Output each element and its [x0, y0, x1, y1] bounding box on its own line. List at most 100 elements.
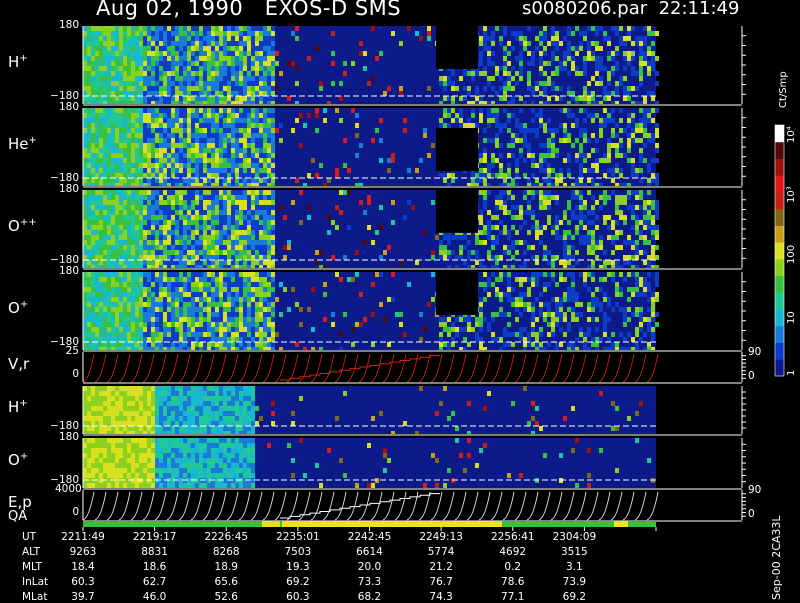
- y-tick-bottom: 0: [41, 368, 79, 380]
- qa-bar-yellow-2: [282, 521, 502, 527]
- ephemeris-label: InLat: [22, 576, 48, 588]
- colorbar-swatch: [775, 158, 784, 175]
- ephemeris-cell: 78.6: [478, 576, 548, 588]
- ephemeris-label: ALT: [22, 546, 40, 558]
- ephemeris-label: MLT: [22, 561, 42, 573]
- y-tick-top: 25: [55, 345, 79, 357]
- qa-bar-yellow-1: [262, 521, 280, 527]
- panel-label-base: O: [8, 217, 20, 235]
- colorbar-unit: Ct/Smp: [778, 71, 789, 108]
- colorbar-tick: 10⁴: [786, 126, 797, 143]
- y-tick-top: 180: [55, 19, 79, 31]
- ephemeris-cell: 60.3: [263, 591, 333, 603]
- panel-label: O+: [8, 299, 28, 317]
- ephemeris-cell: 52.6: [191, 591, 261, 603]
- y-tick-top: 180: [55, 101, 79, 113]
- qa-bar-yellow-3: [614, 521, 628, 527]
- ephemeris-cell: 62.7: [120, 576, 190, 588]
- colorbar-swatch: [775, 175, 784, 192]
- spectrogram-plot: [0, 0, 800, 600]
- y-tick-bottom: 0: [41, 506, 79, 518]
- ephemeris-cell: 19.3: [263, 561, 333, 573]
- colorbar-tick: 10³: [786, 187, 797, 204]
- ephemeris-label: MLat: [22, 591, 47, 603]
- panel-label-base: O: [8, 451, 20, 469]
- colorbar-tick: 10: [786, 311, 797, 324]
- ephemeris-cell: 39.7: [48, 591, 118, 603]
- y-tick-top: 180: [55, 431, 79, 443]
- qa-label: QA: [8, 509, 27, 524]
- ephemeris-cell: 18.9: [191, 561, 261, 573]
- panel-label-sup: +: [20, 299, 28, 310]
- panel-label-base: H: [8, 53, 19, 71]
- panel-0-data-gap: [436, 26, 478, 69]
- colorbar-tick: 1: [786, 370, 797, 376]
- panel-label-sup: +: [19, 53, 27, 64]
- ephemeris-cell: 7503: [263, 546, 333, 558]
- colorbar-swatch: [775, 259, 784, 276]
- ephemeris-cell: 69.2: [539, 591, 609, 603]
- ephemeris-cell: 65.6: [191, 576, 261, 588]
- colorbar-swatch: [775, 309, 784, 326]
- ephemeris-cell: 69.2: [263, 576, 333, 588]
- ephemeris-cell: 3.1: [539, 561, 609, 573]
- panel-label-sup: +: [19, 398, 27, 409]
- ephemeris-label: UT: [22, 531, 36, 543]
- ephemeris-cell: 5774: [406, 546, 476, 558]
- colorbar-swatch: [775, 125, 784, 142]
- y-tick-top: 180: [55, 183, 79, 195]
- panel-label: He+: [8, 135, 37, 153]
- ephemeris-cell: 2226:45: [191, 531, 261, 543]
- colorbar-swatch: [775, 192, 784, 209]
- ephemeris-cell: 74.3: [406, 591, 476, 603]
- right-tick-bottom: 0: [748, 370, 755, 382]
- panel-1-data-gap: [436, 128, 478, 171]
- ephemeris-cell: 9263: [48, 546, 118, 558]
- ephemeris-cell: 6614: [335, 546, 405, 558]
- panel-label-base: O: [8, 299, 20, 317]
- ephemeris-cell: 2211:49: [48, 531, 118, 543]
- panel-label-base: V,r: [8, 355, 29, 373]
- ephemeris-cell: 8268: [191, 546, 261, 558]
- right-tick-top: 90: [748, 346, 761, 358]
- y-tick-top: 4000: [55, 483, 79, 495]
- ephemeris-cell: 76.7: [406, 576, 476, 588]
- y-tick-top: 180: [55, 265, 79, 277]
- panel-label-sup: +: [29, 135, 37, 146]
- panel-label: V,r: [8, 355, 29, 373]
- panel-2-data-gap: [436, 190, 478, 233]
- ephemeris-cell: 2235:01: [263, 531, 333, 543]
- panel-label-base: H: [8, 398, 19, 416]
- colorbar-swatch: [775, 276, 784, 293]
- colorbar-tick: 100: [786, 244, 797, 263]
- right-tick-top: 90: [748, 484, 761, 496]
- ephemeris-cell: 2219:17: [120, 531, 190, 543]
- colorbar-swatch: [775, 209, 784, 226]
- panel-label: H+: [8, 53, 28, 71]
- ephemeris-cell: 2304:09: [539, 531, 609, 543]
- ephemeris-cell: 18.4: [48, 561, 118, 573]
- colorbar-swatch: [775, 142, 784, 159]
- ephemeris-cell: 2256:41: [478, 531, 548, 543]
- colorbar-swatch: [775, 343, 784, 360]
- ephemeris-cell: 18.6: [120, 561, 190, 573]
- right-tick-bottom: 0: [748, 508, 755, 520]
- panel-3-data-gap: [436, 272, 478, 315]
- ephemeris-cell: 3515: [539, 546, 609, 558]
- file-stamp: Sep-00 2CA33L: [770, 515, 783, 600]
- ephemeris-cell: 60.3: [48, 576, 118, 588]
- ephemeris-cell: 20.0: [335, 561, 405, 573]
- panel-label-base: He: [8, 135, 29, 153]
- panel-label-sup: +: [20, 451, 28, 462]
- panel-label: O++: [8, 217, 37, 235]
- panel-label: O+: [8, 451, 28, 469]
- colorbar-swatch: [775, 292, 784, 309]
- ephemeris-cell: 77.1: [478, 591, 548, 603]
- ephemeris-cell: 46.0: [120, 591, 190, 603]
- colorbar-swatch: [775, 242, 784, 259]
- colorbar-swatch: [775, 326, 784, 343]
- ephemeris-cell: 21.2: [406, 561, 476, 573]
- ephemeris-cell: 73.3: [335, 576, 405, 588]
- ephemeris-cell: 2249:13: [406, 531, 476, 543]
- panel-label: H+: [8, 398, 28, 416]
